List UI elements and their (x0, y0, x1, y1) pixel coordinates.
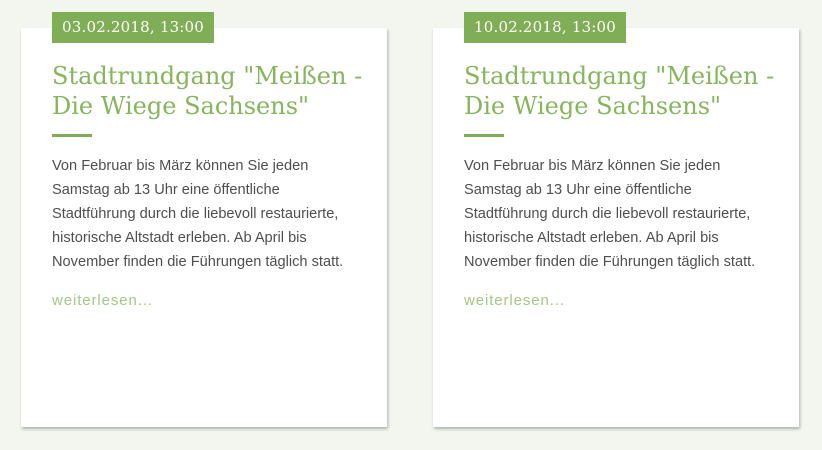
event-list: 03.02.2018, 13:00 Stadtrundgang "Meißen … (0, 0, 822, 450)
read-more-link[interactable]: weiterlesen... (464, 292, 565, 309)
event-card: 10.02.2018, 13:00 Stadtrundgang "Meißen … (433, 12, 799, 427)
event-title[interactable]: Stadtrundgang "Meißen - Die Wiege Sachse… (52, 61, 370, 121)
event-date-badge: 10.02.2018, 13:00 (464, 12, 627, 43)
event-description: Von Februar bis März können Sie jeden Sa… (464, 158, 756, 270)
event-card: 03.02.2018, 13:00 Stadtrundgang "Meißen … (21, 12, 387, 427)
title-divider (52, 134, 92, 137)
title-divider (464, 134, 504, 137)
event-date-badge: 03.02.2018, 13:00 (52, 12, 215, 43)
read-more-link[interactable]: weiterlesen... (52, 292, 153, 309)
event-description: Von Februar bis März können Sie jeden Sa… (52, 158, 344, 270)
event-title[interactable]: Stadtrundgang "Meißen - Die Wiege Sachse… (464, 61, 782, 121)
